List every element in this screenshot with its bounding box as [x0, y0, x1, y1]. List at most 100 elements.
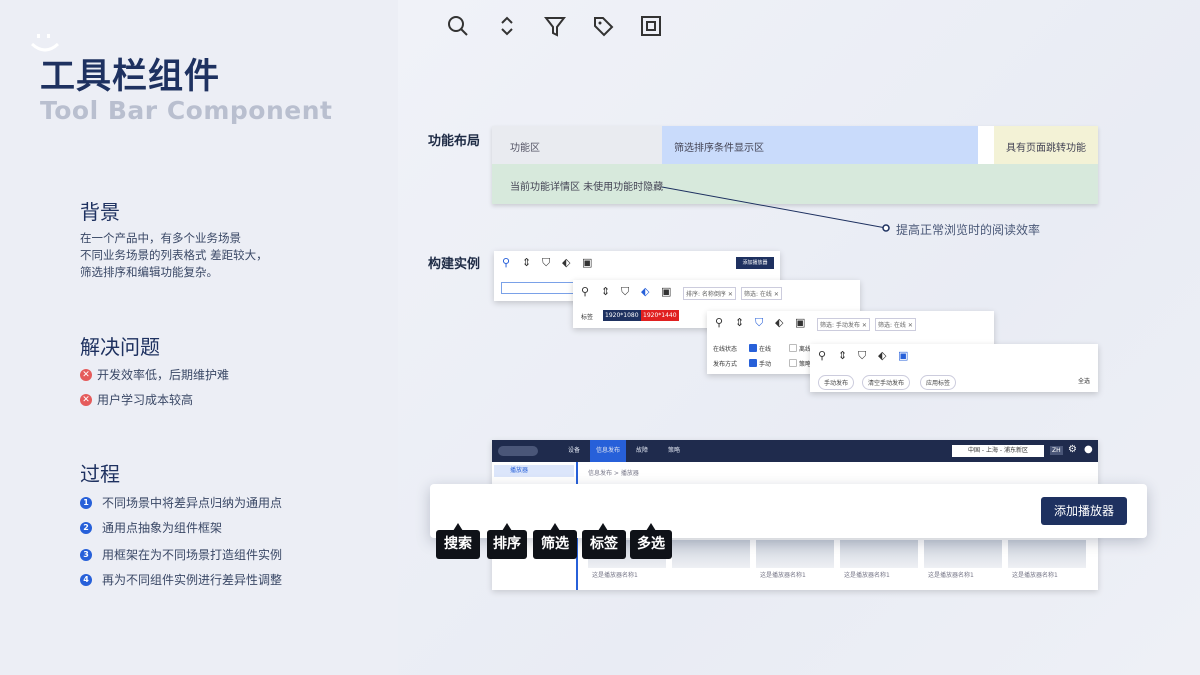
- background-line: 筛选排序和编辑功能复杂。: [80, 265, 218, 279]
- breadcrumb: 信息发布 > 播放器: [588, 470, 639, 477]
- instance-card-4: ⚲ ⇕ ⛉ ⬖ ▣ 手动发布 清空手动发布 应用标签 全选: [810, 344, 1098, 392]
- player-thumbnail[interactable]: [672, 540, 750, 568]
- zone-filter: 筛选排序条件显示区: [662, 126, 978, 164]
- checkbox[interactable]: [789, 359, 797, 367]
- filter-icon[interactable]: ⛉: [542, 257, 550, 269]
- instances-label: 构建实例: [428, 257, 481, 272]
- step-number: 1: [80, 496, 92, 509]
- process-step: 2 通用点抽象为组件框架: [80, 519, 222, 536]
- step-number: 3: [80, 548, 92, 561]
- sort-icon[interactable]: ⇕: [522, 257, 531, 269]
- player-caption: 这是播放器名称1: [844, 572, 890, 579]
- step-label: 用框架在为不同场景打造组件实例: [102, 548, 283, 562]
- resolution-tag[interactable]: 1920*1440: [641, 310, 679, 321]
- filter-chip[interactable]: 筛选: 手动发布 ✕: [817, 318, 870, 331]
- nav-tab[interactable]: 设备: [562, 440, 586, 462]
- background-text: 在一个产品中，有多个业务场景 不同业务场景的列表格式 差距较大， 筛选排序和编辑…: [80, 230, 268, 281]
- sidebar-item-player[interactable]: 播放器: [494, 465, 574, 477]
- apply-tag-button[interactable]: 应用标签: [920, 375, 957, 390]
- multiselect-icon[interactable]: ▣: [661, 286, 671, 298]
- user-icon[interactable]: ●: [1084, 444, 1093, 455]
- sort-tag: 排序: [487, 530, 527, 559]
- option-label: 在线: [759, 346, 772, 353]
- zone-function: 功能区: [492, 126, 662, 164]
- location-select[interactable]: 中国 - 上海 - 浦东新区: [952, 445, 1044, 457]
- checkbox[interactable]: [789, 344, 797, 352]
- tag-icon[interactable]: ⬖: [878, 350, 886, 362]
- sort-chip[interactable]: 排序: 名称倒序 ✕: [683, 287, 736, 300]
- clear-publish-button[interactable]: 清空手动发布: [862, 375, 911, 390]
- layout-label: 功能布局: [428, 134, 481, 149]
- app-logo: [498, 446, 538, 456]
- problem-item: ✕ 开发效率低，后期维护难: [80, 366, 229, 383]
- step-number: 4: [80, 573, 92, 586]
- nav-tab[interactable]: 故障: [630, 440, 654, 462]
- tag-icon[interactable]: ⬖: [641, 286, 649, 298]
- search-icon[interactable]: ⚲: [715, 317, 723, 329]
- process-step: 1 不同场景中将差异点归纳为通用点: [80, 494, 282, 511]
- filter-row-label: 发布方式: [713, 361, 738, 368]
- resolution-tag[interactable]: 1920*1080: [603, 310, 641, 321]
- add-player-button[interactable]: 添加播放器: [1041, 497, 1127, 525]
- filter-chip[interactable]: 筛选: 在线 ✕: [875, 318, 916, 331]
- multiselect-icon[interactable]: [640, 15, 662, 37]
- player-thumbnail[interactable]: [1008, 540, 1086, 568]
- sort-icon[interactable]: [496, 15, 518, 37]
- sort-icon[interactable]: ⇕: [601, 286, 610, 298]
- search-icon[interactable]: ⚲: [581, 286, 589, 298]
- tag-tag: 标签: [582, 530, 626, 559]
- process-step: 4 再为不同组件实例进行差异性调整: [80, 571, 282, 588]
- filter-icon[interactable]: ⛉: [621, 286, 629, 298]
- page-subtitle: Tool Bar Component: [40, 96, 333, 125]
- player-thumbnail[interactable]: [840, 540, 918, 568]
- language-switch[interactable]: ZH: [1050, 446, 1063, 455]
- app-navbar: 设备 信息发布 故障 策略 中国 - 上海 - 浦东新区 ZH ⚙ ●: [492, 440, 1098, 462]
- problem-label: 用户学习成本较高: [97, 393, 194, 407]
- step-label: 不同场景中将差异点归纳为通用点: [102, 496, 283, 510]
- tag-icon[interactable]: [592, 15, 614, 37]
- publish-button[interactable]: 手动发布: [818, 375, 855, 390]
- checkbox-checked[interactable]: [749, 344, 757, 352]
- multiselect-icon[interactable]: ▣: [898, 350, 908, 362]
- zone-jump: 具有页面跳转功能: [994, 126, 1098, 164]
- filter-icon[interactable]: [544, 15, 566, 37]
- layout-note: 提高正常浏览时的阅读效率: [896, 223, 1041, 237]
- filter-icon[interactable]: ⛉: [858, 350, 866, 362]
- tag-icon[interactable]: ⬖: [562, 257, 570, 269]
- player-caption: 这是播放器名称1: [928, 572, 974, 579]
- step-number: 2: [80, 521, 92, 534]
- gear-icon[interactable]: ⚙: [1068, 444, 1077, 455]
- search-icon[interactable]: ⚲: [818, 350, 826, 362]
- player-caption: 这是播放器名称1: [1012, 572, 1058, 579]
- tag-row-label: 标签: [581, 314, 594, 321]
- search-icon[interactable]: ⚲: [502, 257, 510, 269]
- multiselect-icon[interactable]: ▣: [795, 317, 805, 329]
- step-label: 通用点抽象为组件框架: [102, 521, 223, 535]
- page-title: 工具栏组件: [40, 57, 221, 97]
- search-input[interactable]: [501, 282, 575, 294]
- problem-item: ✕ 用户学习成本较高: [80, 391, 193, 408]
- player-caption: 这是播放器名称1: [592, 572, 638, 579]
- sort-icon[interactable]: ⇕: [735, 317, 744, 329]
- filter-row-label: 在线状态: [713, 346, 738, 353]
- close-icon: ✕: [80, 368, 92, 381]
- player-thumbnail[interactable]: [924, 540, 1002, 568]
- search-icon[interactable]: [447, 15, 469, 37]
- nav-tab[interactable]: 策略: [662, 440, 686, 462]
- background-line: 在一个产品中，有多个业务场景: [80, 231, 241, 245]
- process-heading: 过程: [80, 462, 120, 486]
- option-label: 手动: [759, 361, 772, 368]
- checkbox-checked[interactable]: [749, 359, 757, 367]
- sort-icon[interactable]: ⇕: [838, 350, 847, 362]
- problems-heading: 解决问题: [80, 335, 160, 359]
- nav-tab-active[interactable]: 信息发布: [590, 440, 627, 462]
- filter-chip[interactable]: 筛选: 在线 ✕: [741, 287, 782, 300]
- background-heading: 背景: [80, 200, 120, 224]
- player-thumbnail[interactable]: [756, 540, 834, 568]
- tag-icon[interactable]: ⬖: [775, 317, 783, 329]
- add-player-button[interactable]: 添加播放器: [736, 257, 774, 269]
- filter-icon[interactable]: ⛉: [755, 317, 763, 329]
- multiselect-icon[interactable]: ▣: [582, 257, 592, 269]
- search-tag: 搜索: [436, 530, 480, 559]
- select-all-link[interactable]: 全选: [1078, 376, 1090, 385]
